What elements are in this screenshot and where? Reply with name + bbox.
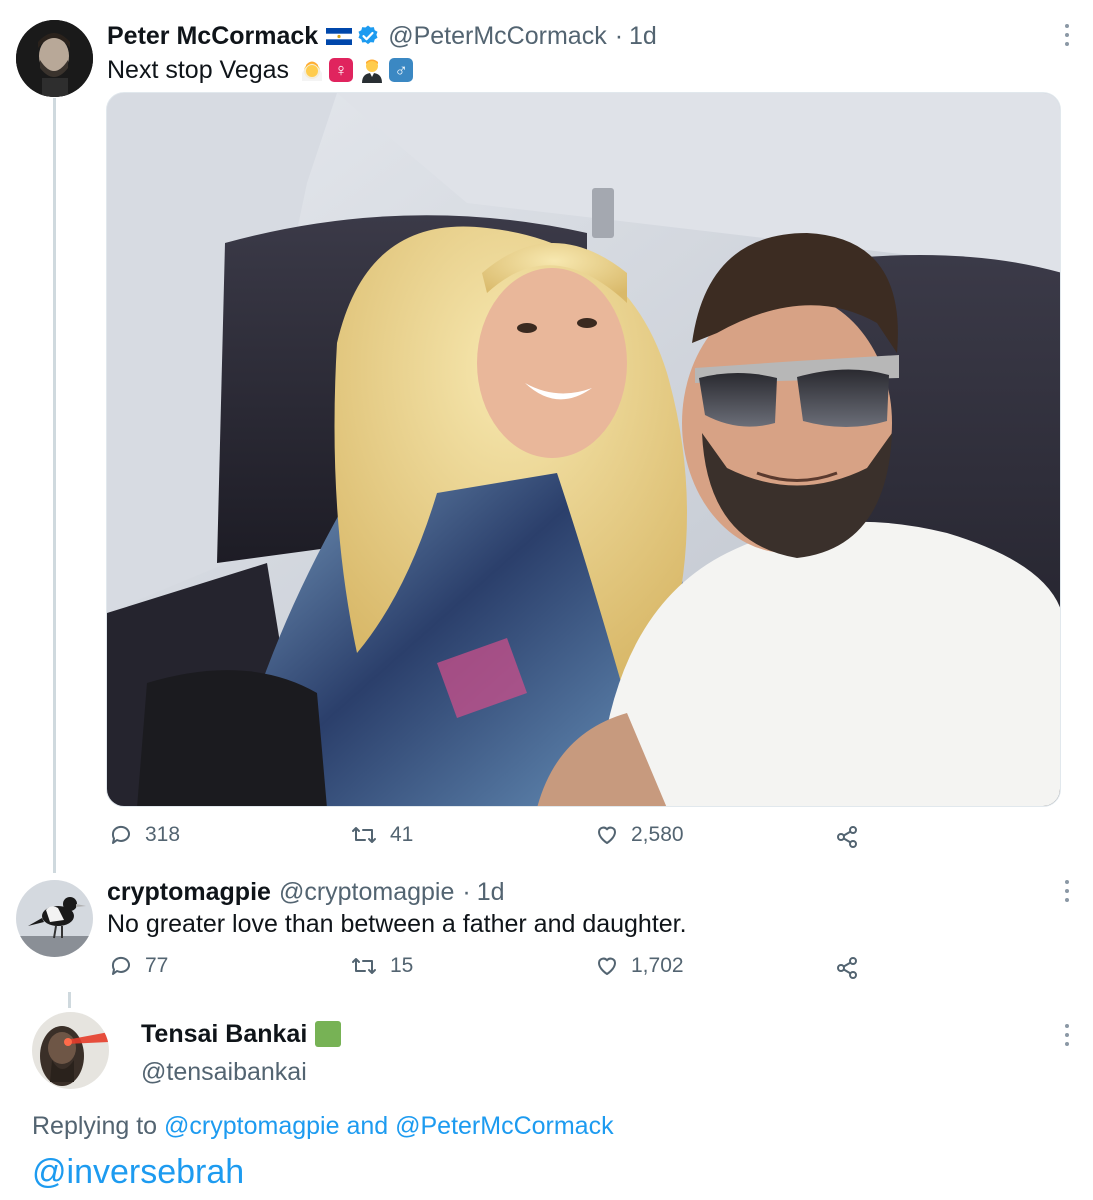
avatar-cryptomagpie[interactable] (16, 880, 93, 957)
replying-user-cryptomagpie[interactable]: @cryptomagpie (164, 1112, 339, 1140)
reply1-header: cryptomagpie @cryptomagpie · 1d (107, 876, 513, 908)
tweet-photo[interactable] (106, 92, 1061, 807)
retweet-icon (352, 958, 376, 974)
reply1-retweet-button[interactable]: 15 (350, 953, 413, 979)
male-sign-icon: ♂ (389, 58, 414, 82)
replying-user-petermccormack[interactable]: @PeterMcCormack (395, 1112, 613, 1140)
more-options-icon[interactable] (1057, 20, 1077, 50)
share-icon (837, 957, 857, 979)
reply1-reply-button[interactable]: 77 (109, 953, 168, 979)
green-square-icon (315, 1021, 342, 1047)
reply2-author-handle[interactable]: @tensaibankai (141, 1056, 307, 1088)
like-button[interactable]: 2,580 (595, 822, 684, 848)
man-in-tuxedo-icon (359, 57, 385, 83)
reply-icon (111, 956, 130, 975)
verified-badge-icon (356, 24, 380, 48)
reply2-author-name[interactable]: Tensai Bankai (141, 1020, 307, 1049)
reply1-more-options-icon[interactable] (1057, 876, 1077, 906)
female-sign-icon: ♀ (329, 58, 354, 82)
heart-icon (598, 957, 616, 975)
woman-bride-icon (299, 57, 325, 83)
reply1-like-count: 1,702 (631, 954, 684, 977)
reply-button[interactable]: 318 (109, 822, 180, 848)
photo-illustration (107, 93, 1060, 806)
thread-line-2 (68, 992, 71, 1008)
reply1-reply-count: 77 (145, 954, 169, 977)
reply2-text-mention[interactable]: @inversebrah (32, 1150, 244, 1194)
reply1-time[interactable]: 1d (477, 878, 505, 907)
avatar-peter[interactable] (16, 20, 93, 97)
share-button[interactable] (835, 824, 871, 850)
retweet-icon (352, 827, 376, 843)
reply-icon (111, 825, 130, 844)
reply-count: 318 (145, 823, 181, 846)
el-salvador-flag-icon (326, 27, 353, 45)
reply2-name-row: Tensai Bankai (141, 1018, 342, 1050)
avatar-tensaibankai[interactable] (32, 1012, 109, 1089)
tweet-header: Peter McCormack @PeterMcCormack · 1d (107, 20, 665, 52)
author-handle[interactable]: @PeterMcCormack (388, 22, 606, 51)
replying-to: Replying to @cryptomagpie and @PeterMcCo… (32, 1110, 614, 1142)
author-name[interactable]: Peter McCormack (107, 22, 318, 51)
like-count: 2,580 (631, 823, 684, 846)
retweet-button[interactable]: 41 (350, 822, 413, 848)
reply2-more-options-icon[interactable] (1057, 1020, 1077, 1050)
share-icon (837, 826, 857, 848)
tweet-text: Next stop Vegas (107, 55, 290, 84)
replying-prefix: Replying to (32, 1112, 158, 1140)
retweet-count: 41 (390, 823, 414, 846)
reply1-text: No greater love than between a father an… (107, 910, 687, 938)
thread-line-1 (53, 98, 56, 873)
reply1-like-button[interactable]: 1,702 (595, 953, 684, 979)
tweet-text-row: Next stop Vegas ♀ ♂ (107, 54, 419, 86)
reply1-share-button[interactable] (835, 955, 871, 981)
reply1-time-separator: · (462, 877, 471, 906)
reply1-retweet-count: 15 (390, 954, 414, 977)
heart-icon (598, 826, 616, 844)
reply1-author-handle[interactable]: @cryptomagpie (279, 878, 454, 907)
tweet-time[interactable]: 1d (629, 22, 657, 51)
time-separator: · (614, 21, 624, 50)
replying-and: and (346, 1112, 389, 1140)
reply1-author-name[interactable]: cryptomagpie (107, 878, 271, 907)
